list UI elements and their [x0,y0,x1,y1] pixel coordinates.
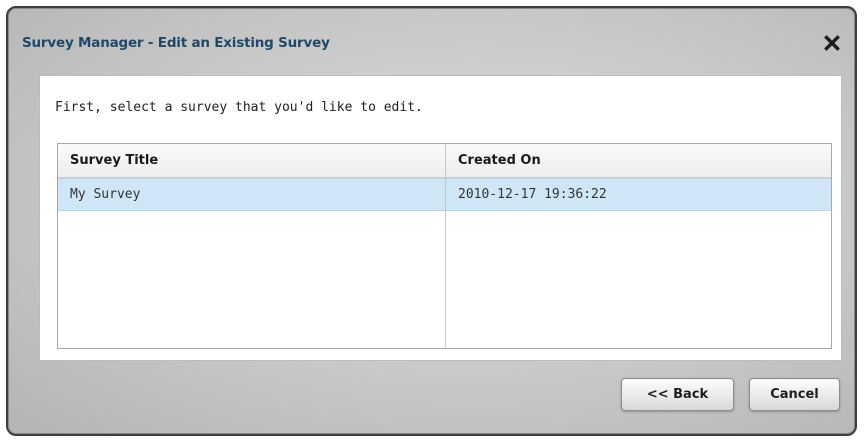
instruction-text: First, select a survey that you'd like t… [55,100,423,115]
back-button[interactable]: << Back [621,378,734,411]
close-icon [824,35,840,51]
cell-survey-title: My Survey [70,187,141,202]
content-panel: First, select a survey that you'd like t… [39,75,842,361]
dialog-title: Survey Manager - Edit an Existing Survey [22,35,330,51]
column-header-created-on[interactable]: Created On [446,144,831,177]
cell-created-on: 2010-12-17 19:36:22 [458,187,607,202]
survey-table: Survey Title Created On My Survey 2010-1… [57,143,832,349]
column-divider [445,144,446,348]
survey-manager-dialog: Survey Manager - Edit an Existing Survey… [6,6,857,436]
dialog-title-bar: Survey Manager - Edit an Existing Survey [22,32,622,56]
column-header-survey-title[interactable]: Survey Title [58,144,445,177]
cancel-button[interactable]: Cancel [749,378,840,411]
close-button[interactable] [823,34,841,52]
